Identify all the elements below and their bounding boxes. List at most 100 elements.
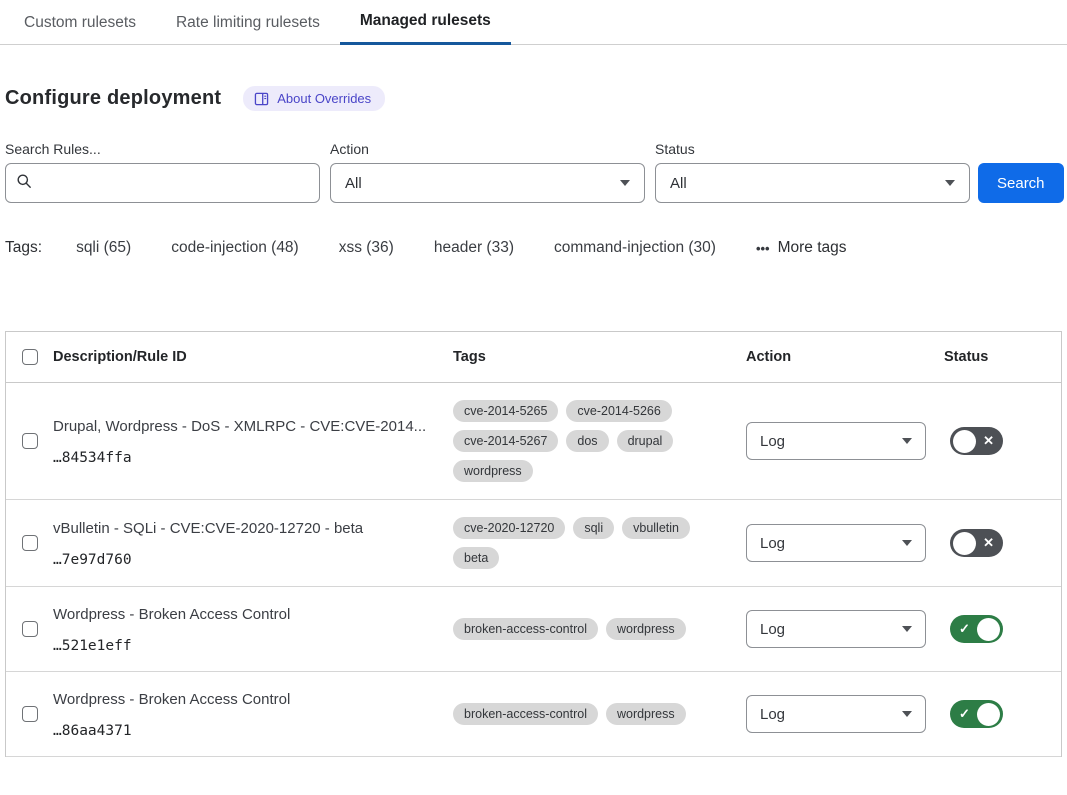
tab-label: Custom rulesets xyxy=(24,14,136,32)
select-all-checkbox[interactable] xyxy=(22,349,38,365)
rule-id: …84534ffa xyxy=(53,450,429,466)
rule-description[interactable]: Wordpress - Broken Access Control xyxy=(53,689,429,710)
tab-label: Managed rulesets xyxy=(360,12,491,30)
tag-pill: vbulletin xyxy=(622,517,690,539)
tag-pill: sqli xyxy=(573,517,614,539)
tag-pill: cve-2014-5265 xyxy=(453,400,558,422)
col-header-status: Status xyxy=(944,349,1061,365)
tab[interactable]: Custom rulesets xyxy=(4,0,156,45)
col-header-action: Action xyxy=(746,349,944,365)
row-checkbox[interactable] xyxy=(22,706,38,722)
tag-pill: cve-2014-5266 xyxy=(566,400,671,422)
ruleset-tabbar: Custom rulesets Rate limiting rulesets M… xyxy=(0,0,1067,45)
status-toggle[interactable]: ✓ xyxy=(950,700,1003,728)
action-filter-label: Action xyxy=(330,141,645,157)
table-body: Drupal, Wordpress - DoS - XMLRPC - CVE:C… xyxy=(6,383,1061,757)
toggle-state-icon: ✕ xyxy=(983,433,994,449)
row-action-select[interactable]: Log xyxy=(746,695,926,733)
search-rules-box xyxy=(5,163,320,203)
page-title: Configure deployment xyxy=(5,87,221,110)
search-icon xyxy=(16,173,32,194)
chevron-down-icon xyxy=(945,180,955,186)
tag-filter-link[interactable]: sqli (65) xyxy=(76,239,131,257)
rule-id: …521e1eff xyxy=(53,638,429,654)
tag-pill: drupal xyxy=(617,430,674,452)
chevron-down-icon xyxy=(902,626,912,632)
tag-pill: dos xyxy=(566,430,608,452)
col-header-tags: Tags xyxy=(453,349,746,365)
managed-rules-table: Description/Rule ID Tags Action Status D… xyxy=(5,331,1062,757)
toggle-state-icon: ✓ xyxy=(959,621,970,637)
rule-tags: cve-2020-12720 sqli vbulletin beta xyxy=(453,517,746,569)
ellipsis-icon: ••• xyxy=(756,242,770,255)
row-action-value: Log xyxy=(760,433,785,450)
rule-description[interactable]: Drupal, Wordpress - DoS - XMLRPC - CVE:C… xyxy=(53,416,429,437)
toggle-knob xyxy=(977,618,1000,641)
tag-pill: cve-2014-5267 xyxy=(453,430,558,452)
tab[interactable]: Managed rulesets xyxy=(340,0,511,45)
tag-pill: broken-access-control xyxy=(453,703,598,725)
table-row: Drupal, Wordpress - DoS - XMLRPC - CVE:C… xyxy=(6,383,1061,500)
tag-filter-link[interactable]: code-injection (48) xyxy=(171,239,299,257)
about-overrides-badge[interactable]: About Overrides xyxy=(243,86,385,111)
tags-bar-label: Tags: xyxy=(5,239,42,257)
row-checkbox[interactable] xyxy=(22,535,38,551)
rule-tags: broken-access-control wordpress xyxy=(453,618,746,640)
chevron-down-icon xyxy=(902,540,912,546)
tag-pill: broken-access-control xyxy=(453,618,598,640)
table-header-row: Description/Rule ID Tags Action Status xyxy=(6,332,1061,383)
tab[interactable]: Rate limiting rulesets xyxy=(156,0,340,45)
search-rules-input[interactable] xyxy=(40,175,309,191)
search-rules-label: Search Rules... xyxy=(5,141,320,157)
row-action-select[interactable]: Log xyxy=(746,422,926,460)
toggle-knob xyxy=(953,430,976,453)
tag-filter-link[interactable]: command-injection (30) xyxy=(554,239,716,257)
toggle-state-icon: ✓ xyxy=(959,706,970,722)
action-filter-select[interactable]: All xyxy=(330,163,645,203)
tag-filter-link[interactable]: header (33) xyxy=(434,239,514,257)
tag-pill: cve-2020-12720 xyxy=(453,517,565,539)
more-tags-button[interactable]: ••• More tags xyxy=(756,239,847,257)
rule-tags: cve-2014-5265 cve-2014-5266 cve-2014-5267 d… xyxy=(453,400,746,482)
rule-tags: broken-access-control wordpress xyxy=(453,703,746,725)
chevron-down-icon xyxy=(902,438,912,444)
rule-description[interactable]: vBulletin - SQLi - CVE:CVE-2020-12720 - … xyxy=(53,518,429,539)
chevron-down-icon xyxy=(620,180,630,186)
search-button[interactable]: Search xyxy=(978,163,1064,203)
row-action-value: Log xyxy=(760,535,785,552)
tag-pill: beta xyxy=(453,547,499,569)
table-row: Wordpress - Broken Access Control …86aa4… xyxy=(6,672,1061,757)
row-action-select[interactable]: Log xyxy=(746,524,926,562)
status-filter-select[interactable]: All xyxy=(655,163,970,203)
tag-filter-link[interactable]: xss (36) xyxy=(339,239,394,257)
table-row: vBulletin - SQLi - CVE:CVE-2020-12720 - … xyxy=(6,500,1061,587)
status-toggle[interactable]: ✕ xyxy=(950,529,1003,557)
row-checkbox[interactable] xyxy=(22,433,38,449)
action-filter-value: All xyxy=(345,175,362,192)
status-toggle[interactable]: ✓ xyxy=(950,615,1003,643)
status-toggle[interactable]: ✕ xyxy=(950,427,1003,455)
tag-pill: wordpress xyxy=(606,703,686,725)
row-checkbox[interactable] xyxy=(22,621,38,637)
chevron-down-icon xyxy=(902,711,912,717)
tag-links: sqli (65) code-injection (48) xss (36) h… xyxy=(76,239,756,257)
col-header-description: Description/Rule ID xyxy=(53,349,453,365)
tab-label: Rate limiting rulesets xyxy=(176,14,320,32)
toggle-state-icon: ✕ xyxy=(983,535,994,551)
status-filter-value: All xyxy=(670,175,687,192)
toggle-knob xyxy=(953,532,976,555)
book-icon xyxy=(254,92,269,106)
rule-description[interactable]: Wordpress - Broken Access Control xyxy=(53,604,429,625)
rule-id: …86aa4371 xyxy=(53,723,429,739)
status-filter-label: Status xyxy=(655,141,970,157)
row-action-value: Log xyxy=(760,621,785,638)
toggle-knob xyxy=(977,703,1000,726)
about-overrides-label: About Overrides xyxy=(277,91,371,106)
row-action-select[interactable]: Log xyxy=(746,610,926,648)
rule-id: …7e97d760 xyxy=(53,552,429,568)
table-row: Wordpress - Broken Access Control …521e1… xyxy=(6,587,1061,672)
row-action-value: Log xyxy=(760,706,785,723)
tag-pill: wordpress xyxy=(606,618,686,640)
tag-pill: wordpress xyxy=(453,460,533,482)
more-tags-label: More tags xyxy=(778,239,847,257)
